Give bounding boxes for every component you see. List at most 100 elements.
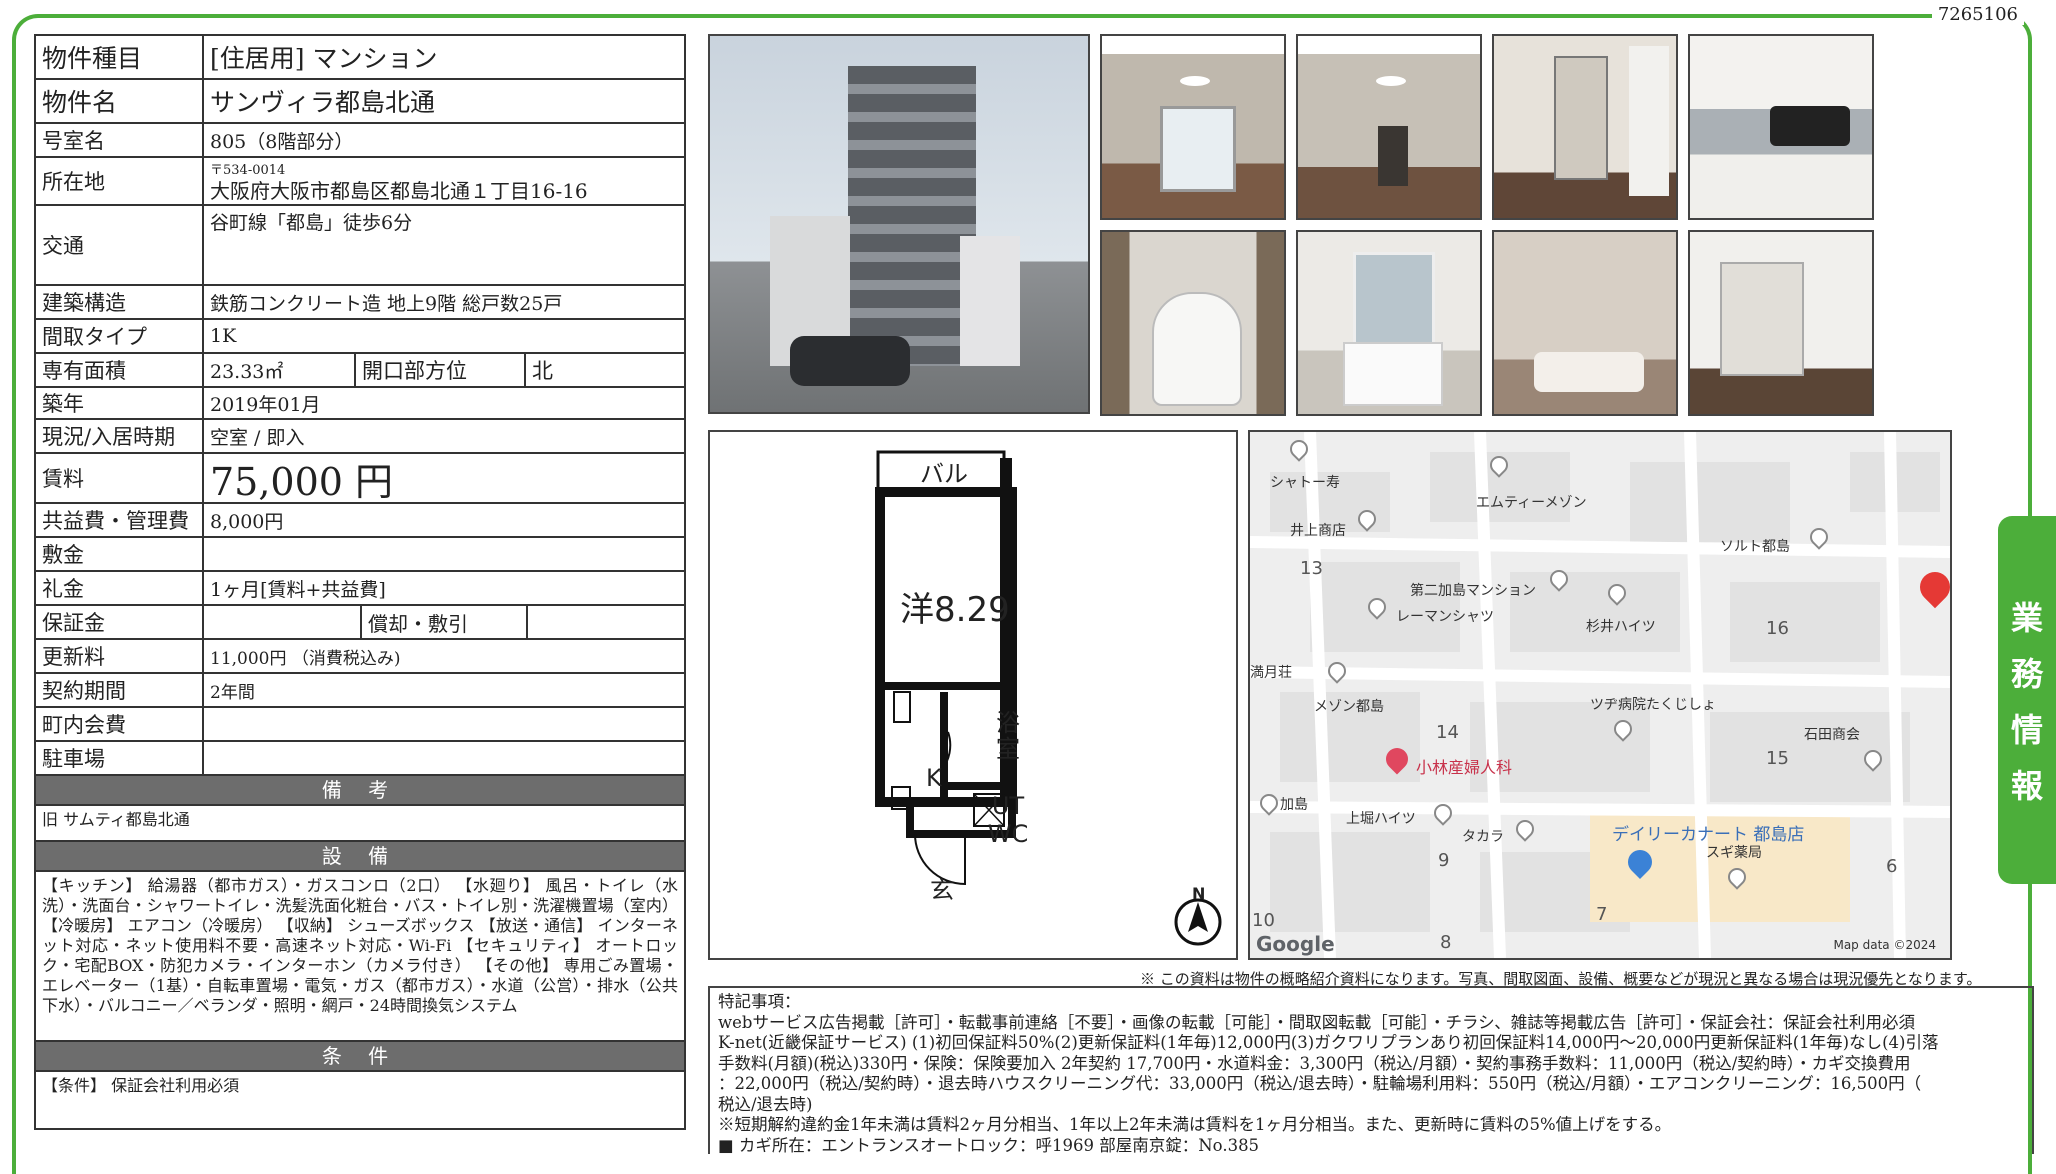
entrance-photo[interactable] — [1492, 34, 1678, 220]
google-logo: Google — [1256, 932, 1335, 956]
deposit-label: 敷金 — [36, 538, 204, 570]
opening-value: 北 — [524, 354, 684, 386]
remarks-text: 旧 サムティ都島北通 — [36, 806, 684, 842]
contract-label: 契約期間 — [36, 674, 204, 706]
address-value: 大阪府大阪市都島区都島北通１丁目16-16 — [210, 179, 588, 203]
bath-label-1: 浴 — [996, 709, 1020, 737]
map-block-number: 8 — [1440, 932, 1452, 953]
guarantee-value — [204, 606, 360, 638]
built-value: 2019年01月 — [210, 393, 321, 416]
floor-plan[interactable]: バル 洋8.29 浴室 K UT WC 玄 N — [708, 430, 1238, 960]
transport-value: 谷町線「都島」徒歩6分 — [210, 212, 413, 234]
town-fee-value — [204, 708, 684, 740]
map-label: タカラ — [1462, 829, 1504, 845]
guarantee-label: 保証金 — [36, 606, 204, 638]
facilities-text: 【キッチン】 給湯器（都市ガス）・ガスコンロ（2口） 【水廻り】 風呂・トイレ（… — [36, 872, 684, 1042]
room-label: 洋8.29 — [900, 590, 1010, 630]
entrance-label: 玄 — [930, 876, 954, 904]
special-line: ■ カギ所在：エントランスオートロック：呼1969 部屋南京錠：No.385 — [718, 1135, 1260, 1155]
area-label: 専有面積 — [36, 354, 204, 386]
ut-label: UT — [991, 792, 1025, 820]
map-block-number: 16 — [1766, 618, 1789, 639]
facilities-header: 設 備 — [36, 842, 684, 872]
room-value: 805（8階部分） — [210, 130, 354, 153]
amort-label: 償却・敷引 — [360, 606, 526, 638]
business-info-tab[interactable]: 業 務 情 報 — [1998, 516, 2056, 884]
special-line: K-net(近畿保証サービス) (1)初回保証料50%(2)更新保証料(1年毎)… — [718, 1033, 1939, 1052]
utwc-label: UT WC — [980, 792, 1036, 848]
address-label: 所在地 — [36, 158, 204, 204]
postal-code: 〒534-0014 — [210, 163, 286, 178]
building-exterior-photo[interactable] — [708, 34, 1090, 414]
side-tab-char: 務 — [2010, 655, 2043, 693]
map-label: エムティーメゾン — [1476, 495, 1587, 511]
side-tab-char: 業 — [2010, 599, 2043, 637]
layout-value: 1K — [210, 325, 237, 347]
status-label: 現況/入居時期 — [36, 420, 204, 452]
map-block-number: 7 — [1596, 904, 1608, 925]
fee-value: 8,000円 — [210, 510, 284, 533]
map-label: 満月荘 — [1250, 665, 1292, 681]
built-label: 築年 — [36, 388, 204, 418]
map-label: 加島 — [1280, 797, 1308, 813]
rent-value: 75,000 円 — [210, 459, 394, 504]
side-tab-char: 情 — [2010, 711, 2043, 749]
type-value: [住居用] マンション — [210, 44, 438, 73]
special-line: ※短期解約違約金1年未満は賃料2ヶ月分相当、1年以上2年未満は賃料を1ヶ月分相当… — [718, 1115, 1672, 1134]
room-photo-window[interactable] — [1100, 34, 1286, 220]
special-line: 手数料(月額)(税込)330円・保険：保険要加入 2年契約 17,700円・水道… — [718, 1053, 1911, 1073]
map-label: ツヂ病院たくじしょ — [1590, 697, 1716, 713]
bathroom-photo[interactable] — [1492, 230, 1678, 416]
town-fee-label: 町内会費 — [36, 708, 204, 740]
special-notes-title: 特記事項： — [718, 992, 801, 1011]
document-id: 7265106 — [1931, 4, 2024, 25]
area-value: 23.33㎡ — [210, 360, 284, 383]
conditions-text: 【条件】 保証会社利用必須 — [42, 1076, 240, 1095]
remarks-header: 備 考 — [36, 776, 684, 806]
special-line: 税込/退去時) — [718, 1094, 813, 1114]
map-label: 石田商会 — [1804, 727, 1860, 743]
layout-label: 間取タイプ — [36, 320, 204, 352]
bath-label-2: 室 — [996, 735, 1020, 763]
map-label: 井上商店 — [1290, 523, 1346, 539]
map-block-number: 10 — [1252, 910, 1275, 931]
closet-photo[interactable] — [1688, 230, 1874, 416]
map-block-number: 9 — [1438, 850, 1450, 871]
map-block-number: 13 — [1300, 558, 1323, 579]
opening-label: 開口部方位 — [354, 354, 524, 386]
name-label: 物件名 — [36, 80, 204, 122]
amort-value — [526, 606, 684, 638]
property-table: 物件種目 [住居用] マンション 物件名 サンヴィラ都島北通 号室名 805（8階部分… — [34, 34, 686, 1130]
north-label: N — [1192, 884, 1206, 903]
map-block-number: 14 — [1436, 722, 1459, 743]
room-label: 号室名 — [36, 124, 204, 156]
toilet-photo[interactable] — [1100, 230, 1286, 416]
contract-value: 2年間 — [210, 682, 255, 703]
name-value: サンヴィラ都島北通 — [210, 88, 436, 117]
structure-label: 建築構造 — [36, 286, 204, 318]
structure-value: 鉄筋コンクリート造 地上9階 総戸数25戸 — [210, 292, 563, 315]
key-money-value: 1ヶ月[賃料+共益費] — [210, 578, 386, 601]
map-label: メゾン都島 — [1314, 699, 1384, 715]
location-map[interactable]: シャトー寿 エムティーメゾン 井上商店 ソルト都島 第二加島マンション レーマン… — [1248, 430, 1952, 960]
map-label: レーマンシャツ — [1396, 609, 1494, 625]
type-label: 物件種目 — [36, 36, 204, 78]
map-block-number: 15 — [1766, 748, 1789, 769]
side-tab-char: 報 — [2010, 767, 2043, 805]
map-label: 第二加島マンション — [1410, 583, 1536, 599]
kitchen-photo[interactable] — [1688, 34, 1874, 220]
room-photo-door[interactable] — [1296, 34, 1482, 220]
key-money-label: 礼金 — [36, 572, 204, 604]
balcony-label: バル — [920, 460, 968, 488]
parking-label: 駐車場 — [36, 742, 204, 774]
parking-value — [204, 742, 684, 774]
renewal-label: 更新料 — [36, 640, 204, 672]
renewal-value: 11,000円 （消費税込み) — [210, 648, 401, 669]
washbasin-photo[interactable] — [1296, 230, 1482, 416]
floor-plan-drawing — [875, 450, 1222, 946]
special-notes: 特記事項： webサービス広告掲載［許可］・転載事前連絡［不要］・画像の転載［可… — [708, 986, 2034, 1155]
wc-label: WC — [987, 820, 1029, 848]
map-label-clinic: 小林産婦人科 — [1416, 758, 1513, 777]
conditions-header: 条 件 — [36, 1042, 684, 1072]
map-block-number: 6 — [1886, 856, 1898, 877]
